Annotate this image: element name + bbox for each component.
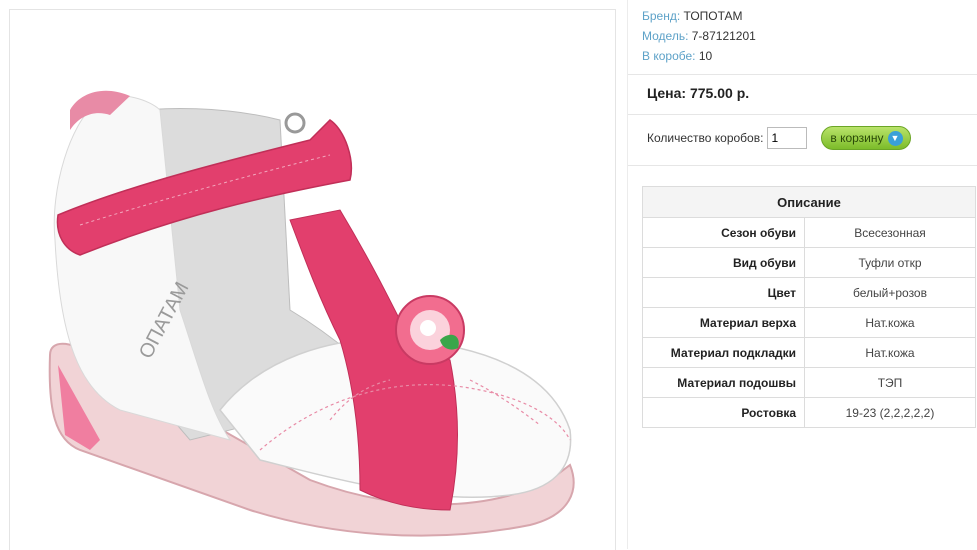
separator: [628, 165, 977, 166]
table-row: Материал подкладки Нат.кожа: [642, 337, 976, 368]
sandal-photo: ОПАТАМ: [48, 90, 575, 537]
brand-value: ТОПОТАМ: [683, 9, 743, 23]
column-divider: [627, 0, 628, 549]
table-row: Материал верха Нат.кожа: [642, 307, 976, 338]
row-label: Материал верха: [642, 307, 805, 338]
table-row: Цвет белый+розов: [642, 277, 976, 308]
price-label: Цена: 775.00 р.: [647, 85, 750, 101]
row-value: белый+розов: [804, 277, 976, 308]
brand-row: Бренд: ТОПОТАМ: [642, 6, 756, 26]
product-image[interactable]: ОПАТАМ: [9, 9, 616, 550]
table-row: Вид обуви Туфли откр: [642, 247, 976, 278]
product-meta: Бренд: ТОПОТАМ Модель: 7-87121201 В коро…: [642, 6, 756, 66]
row-value: Туфли откр: [804, 247, 976, 278]
box-label: В коробе:: [642, 49, 696, 63]
separator: [628, 74, 977, 75]
row-label: Вид обуви: [642, 247, 805, 278]
add-to-cart-label: в корзину: [830, 131, 884, 145]
row-label: Материал подкладки: [642, 337, 805, 368]
quantity-form: Количество коробов: в корзину ▼: [647, 126, 912, 150]
quantity-input[interactable]: [767, 127, 808, 149]
quantity-label: Количество коробов:: [647, 131, 764, 145]
model-value: 7-87121201: [691, 29, 756, 43]
table-row: Ростовка 19-23 (2,2,2,2,2): [642, 397, 976, 428]
add-to-cart-button[interactable]: в корзину ▼: [821, 126, 912, 150]
separator: [628, 114, 977, 115]
table-row: Сезон обуви Всесезонная: [642, 217, 976, 248]
row-label: Сезон обуви: [642, 217, 805, 248]
description-table: Описание Сезон обуви Всесезонная Вид обув…: [642, 186, 976, 428]
brand-label: Бренд:: [642, 9, 681, 23]
row-value: Нат.кожа: [804, 307, 976, 338]
model-label: Модель:: [642, 29, 689, 43]
row-label: Цвет: [642, 277, 805, 308]
row-value: Нат.кожа: [804, 337, 976, 368]
row-value: ТЭП: [804, 367, 976, 398]
table-row: Материал подошвы ТЭП: [642, 367, 976, 398]
row-value: Всесезонная: [804, 217, 976, 248]
row-label: Ростовка: [642, 397, 805, 428]
row-label: Материал подошвы: [642, 367, 805, 398]
row-value: 19-23 (2,2,2,2,2): [804, 397, 976, 428]
box-row: В коробе: 10: [642, 46, 756, 66]
box-value: 10: [698, 49, 713, 63]
cart-icon: ▼: [887, 130, 903, 146]
description-title: Описание: [642, 186, 976, 218]
model-row: Модель: 7-87121201: [642, 26, 756, 46]
